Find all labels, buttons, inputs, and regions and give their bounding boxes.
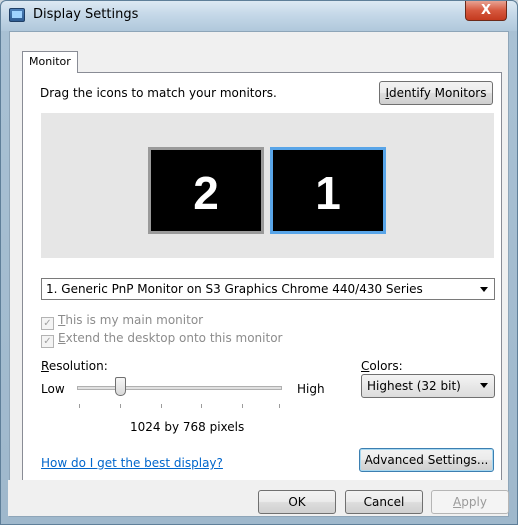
colors-label-text: olors: [369, 359, 403, 373]
colors-select[interactable]: Highest (32 bit) [361, 374, 495, 398]
resolution-label: Resolution: [41, 359, 108, 373]
checkmark-icon: ✓ [41, 335, 54, 348]
resolution-mnemonic: R [41, 359, 49, 373]
title-bar[interactable]: Display Settings X [1, 1, 517, 31]
extend-desktop-mnemonic: E [58, 331, 66, 345]
slider-tick [79, 404, 80, 408]
extend-desktop-checkbox[interactable]: ✓ Extend the desktop onto this monitor [41, 331, 283, 348]
resolution-value: 1024 by 768 pixels [130, 420, 245, 434]
monitor-arrangement-area [41, 113, 494, 258]
main-monitor-label: his is my main monitor [65, 313, 204, 327]
slider-tick [120, 404, 121, 408]
window-title: Display Settings [33, 7, 139, 22]
resolution-slider-track[interactable] [77, 386, 282, 390]
close-button[interactable]: X [465, 1, 507, 21]
resolution-slider-thumb[interactable] [115, 377, 126, 396]
resolution-high-label: High [297, 382, 325, 396]
colors-select-value: Highest (32 bit) [367, 379, 461, 393]
resolution-low-label: Low [41, 382, 65, 396]
apply-label: pply [461, 495, 487, 509]
slider-tick [279, 404, 280, 408]
tab-monitor[interactable]: Monitor [22, 51, 78, 73]
monitor-select[interactable]: 1. Generic PnP Monitor on S3 Graphics Ch… [41, 278, 495, 300]
identify-label: dentify Monitors [389, 86, 487, 100]
ok-button[interactable]: OK [258, 490, 336, 514]
advanced-settings-button[interactable]: Advanced Settings... [359, 448, 494, 472]
display-settings-icon [9, 8, 25, 22]
slider-tick [201, 404, 202, 408]
identify-monitors-button[interactable]: Identify Monitors [379, 81, 493, 105]
monitor-1-icon[interactable]: 1 [270, 147, 386, 234]
slider-tick [242, 404, 243, 408]
colors-label: Colors: [361, 359, 403, 373]
apply-button[interactable]: Apply [431, 490, 509, 514]
resolution-label-text: esolution: [48, 359, 108, 373]
monitor-select-value: 1. Generic PnP Monitor on S3 Graphics Ch… [46, 282, 423, 296]
dropdown-arrow-icon [480, 383, 488, 388]
best-display-help-link[interactable]: How do I get the best display? [41, 456, 223, 470]
slider-tick [161, 404, 162, 408]
monitor-2-icon[interactable]: 2 [148, 147, 264, 234]
instructions-text: Drag the icons to match your monitors. [40, 86, 277, 100]
checkmark-icon: ✓ [41, 317, 54, 330]
dropdown-arrow-icon [480, 287, 488, 292]
extend-desktop-label: xtend the desktop onto this monitor [65, 331, 283, 345]
main-monitor-checkbox[interactable]: ✓ This is my main monitor [41, 313, 204, 330]
cancel-button[interactable]: Cancel [345, 490, 423, 514]
